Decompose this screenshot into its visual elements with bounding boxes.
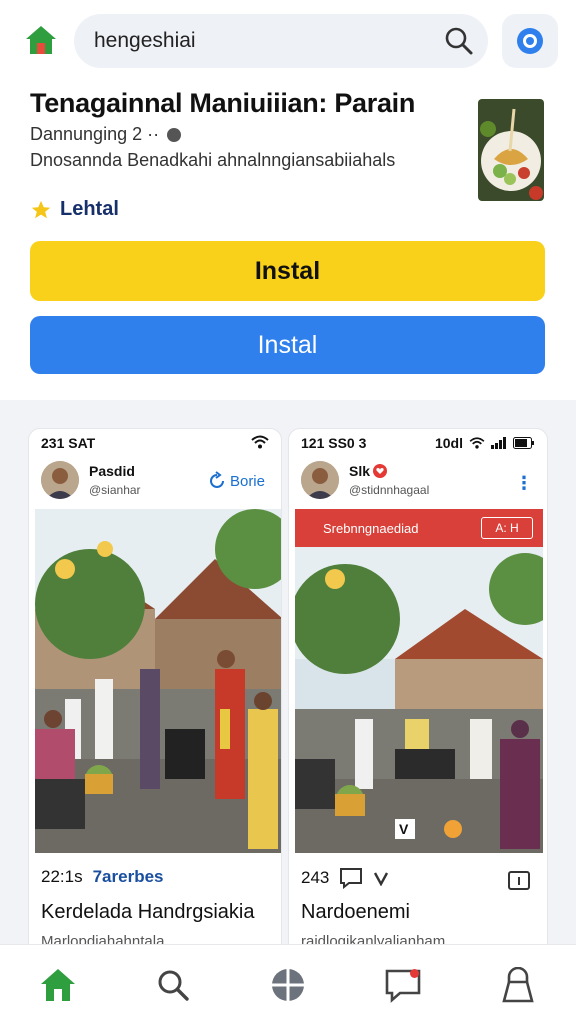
app-thumbnail[interactable]	[478, 99, 544, 201]
heart-icon	[373, 464, 388, 478]
status-icons	[251, 435, 269, 449]
bottom-navigation	[0, 944, 576, 1024]
banner-tag[interactable]: A: H	[481, 517, 533, 539]
more-options-icon[interactable]: ⋮	[515, 473, 533, 494]
app-meta-text: Dannunging 2 ··	[30, 124, 160, 144]
clock-icon	[167, 127, 182, 142]
village-photo	[35, 509, 281, 853]
alert-banner[interactable]: Srebnngnaediad A: H	[295, 509, 543, 547]
calendar-icon[interactable]	[507, 869, 531, 891]
card-stats-value: 243	[301, 868, 330, 887]
star-icon	[31, 200, 51, 218]
person-avatar-image	[301, 461, 339, 499]
nav-home[interactable]	[28, 955, 88, 1015]
chevron-down-icon[interactable]	[373, 870, 389, 886]
nav-messages[interactable]	[373, 955, 433, 1015]
comment-icon[interactable]	[339, 867, 363, 889]
follow-button[interactable]: Borie	[207, 471, 265, 491]
rating: Lehtal	[30, 198, 119, 221]
battery-icon	[513, 437, 534, 449]
status-time: 231 SAT	[41, 435, 96, 451]
rating-label: Lehtal	[60, 198, 119, 220]
signal-icon	[491, 437, 506, 449]
top-bar: hengeshiai	[0, 0, 576, 80]
nav-account[interactable]	[488, 955, 548, 1015]
home-icon[interactable]	[24, 24, 58, 56]
username-text: Slk	[349, 463, 371, 479]
avatar[interactable]	[301, 461, 339, 499]
install-button-primary[interactable]: Instal	[30, 241, 545, 301]
search-icon	[158, 970, 189, 1001]
refresh-icon	[210, 471, 224, 488]
status-time: 121 SS0 3	[301, 435, 367, 451]
app-title: Tenagainnal Maniuiiian: Parain	[30, 88, 416, 118]
card-title: Kerdelada Handrgsiakia	[41, 901, 255, 923]
home-icon	[40, 968, 75, 1001]
avatar[interactable]	[41, 461, 79, 499]
profile-button[interactable]	[502, 14, 558, 68]
village-photo: V	[295, 509, 543, 853]
app-description: Dnosannda Benadkahi ahnalnngiansabiiahal…	[30, 150, 396, 170]
banner-text: Srebnngnaediad	[323, 520, 419, 536]
search-icon[interactable]	[444, 26, 474, 56]
nav-search[interactable]	[143, 955, 203, 1015]
card-stats: 22:1s 7arerbes	[41, 867, 163, 887]
account-circle-icon	[517, 28, 543, 54]
overlay-letter: V	[399, 821, 409, 837]
account-icon	[502, 966, 535, 1002]
wifi-icon	[469, 437, 485, 449]
wifi-icon	[251, 435, 269, 449]
screenshot-card[interactable]: 121 SS0 3 10dl Slk @stidnnhagaal ⋮ Srebn…	[288, 428, 548, 968]
card-tag[interactable]: 7arerbes	[93, 867, 164, 887]
search-input[interactable]: hengeshiai	[74, 14, 488, 68]
screenshot-gallery[interactable]: 231 SAT Pasdid @sianhar Borie 22:1s 7are…	[0, 400, 576, 968]
follow-label: Borie	[229, 472, 265, 490]
username: Pasdid	[89, 463, 135, 479]
screenshot-card[interactable]: 231 SAT Pasdid @sianhar Borie 22:1s 7are…	[28, 428, 282, 968]
nav-apps[interactable]	[258, 955, 318, 1015]
install-button-secondary[interactable]: Instal	[30, 316, 545, 374]
card-title: Nardoenemi	[301, 901, 410, 923]
card-stats: 243	[301, 867, 389, 889]
apps-icon	[271, 968, 304, 1001]
card-stats-value: 22:1s	[41, 867, 83, 886]
username: Slk	[349, 463, 388, 479]
status-icons: 10dl	[435, 435, 535, 451]
app-meta: Dannunging 2 ··	[30, 124, 182, 145]
food-image	[478, 99, 544, 201]
user-handle: @sianhar	[89, 483, 141, 497]
notification-dot	[410, 968, 420, 978]
status-right-text: 10dl	[434, 435, 463, 451]
person-avatar-image	[41, 461, 79, 499]
user-handle: @stidnnhagaal	[349, 483, 430, 497]
search-query: hengeshiai	[94, 29, 196, 52]
